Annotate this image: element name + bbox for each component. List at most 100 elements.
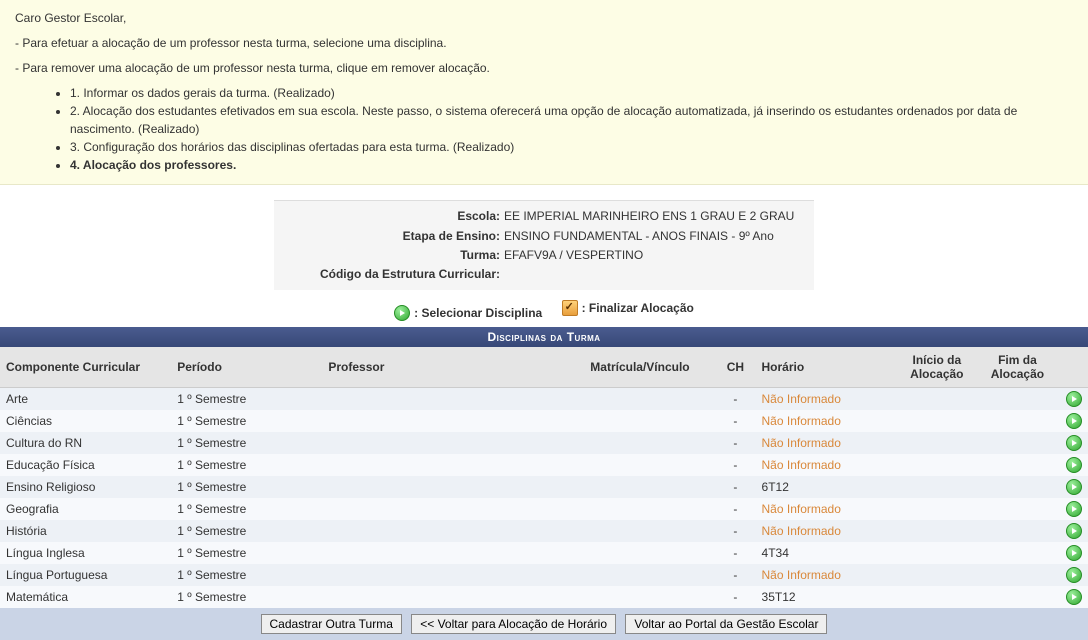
selecionar-label: : Selecionar Disciplina	[414, 306, 542, 320]
disciplinas-table: Componente Curricular Período Professor …	[0, 347, 1088, 608]
class-info-box: Escola: EE IMPERIAL MARINHEIRO ENS 1 GRA…	[274, 200, 814, 290]
cell-professor	[322, 432, 584, 454]
cell-matricula	[584, 388, 715, 411]
select-row-icon[interactable]	[1066, 545, 1082, 561]
cell-inicio	[897, 410, 978, 432]
voltar-horario-button[interactable]: << Voltar para Alocação de Horário	[411, 614, 616, 634]
select-row-icon[interactable]	[1066, 501, 1082, 517]
cell-horario: Não Informado	[756, 520, 897, 542]
finalizar-label: : Finalizar Alocação	[582, 301, 694, 315]
cell-horario: 35T12	[756, 586, 897, 608]
notice-panel: Caro Gestor Escolar, - Para efetuar a al…	[0, 0, 1088, 185]
cell-periodo: 1 º Semestre	[171, 410, 322, 432]
cell-fim	[977, 498, 1058, 520]
cell-inicio	[897, 432, 978, 454]
cell-professor	[322, 586, 584, 608]
cell-periodo: 1 º Semestre	[171, 586, 322, 608]
cell-componente: Educação Física	[0, 454, 171, 476]
cadastrar-button[interactable]: Cadastrar Outra Turma	[261, 614, 402, 634]
cell-fim	[977, 410, 1058, 432]
select-row-icon[interactable]	[1066, 589, 1082, 605]
cell-inicio	[897, 564, 978, 586]
select-row-icon[interactable]	[1066, 523, 1082, 539]
select-row-icon[interactable]	[1066, 391, 1082, 407]
cell-componente: Matemática	[0, 586, 171, 608]
th-periodo: Período	[171, 347, 322, 388]
table-row: Arte1 º Semestre-Não Informado	[0, 388, 1088, 411]
cell-periodo: 1 º Semestre	[171, 454, 322, 476]
select-row-icon[interactable]	[1066, 567, 1082, 583]
finalize-icon	[562, 300, 578, 316]
cell-periodo: 1 º Semestre	[171, 564, 322, 586]
cell-fim	[977, 586, 1058, 608]
th-ch: CH	[715, 347, 755, 388]
cell-componente: Ensino Religioso	[0, 476, 171, 498]
select-row-icon[interactable]	[1066, 457, 1082, 473]
cell-matricula	[584, 432, 715, 454]
table-row: Geografia1 º Semestre-Não Informado	[0, 498, 1088, 520]
cell-matricula	[584, 542, 715, 564]
etapa-value: ENSINO FUNDAMENTAL - ANOS FINAIS - 9º An…	[504, 227, 774, 246]
cell-professor	[322, 388, 584, 411]
step-item: 3. Configuração dos horários das discipl…	[70, 138, 1073, 156]
table-row: Ciências1 º Semestre-Não Informado	[0, 410, 1088, 432]
cell-professor	[322, 410, 584, 432]
select-row-icon[interactable]	[1066, 479, 1082, 495]
cell-professor	[322, 498, 584, 520]
table-row: Cultura do RN1 º Semestre-Não Informado	[0, 432, 1088, 454]
th-actions	[1058, 347, 1088, 388]
codigo-label: Código da Estrutura Curricular:	[284, 265, 504, 284]
cell-matricula	[584, 454, 715, 476]
escola-label: Escola:	[284, 207, 504, 226]
cell-professor	[322, 520, 584, 542]
cell-fim	[977, 476, 1058, 498]
cell-periodo: 1 º Semestre	[171, 432, 322, 454]
cell-inicio	[897, 586, 978, 608]
cell-fim	[977, 564, 1058, 586]
cell-horario: Não Informado	[756, 564, 897, 586]
cell-inicio	[897, 454, 978, 476]
cell-componente: Arte	[0, 388, 171, 411]
cell-periodo: 1 º Semestre	[171, 542, 322, 564]
cell-periodo: 1 º Semestre	[171, 388, 322, 411]
table-header-row: Componente Curricular Período Professor …	[0, 347, 1088, 388]
cell-inicio	[897, 498, 978, 520]
cell-fim	[977, 542, 1058, 564]
table-row: Língua Inglesa1 º Semestre-4T34	[0, 542, 1088, 564]
select-row-icon[interactable]	[1066, 435, 1082, 451]
cell-matricula	[584, 586, 715, 608]
cell-horario: Não Informado	[756, 410, 897, 432]
cell-matricula	[584, 476, 715, 498]
notice-line2: - Para remover uma alocação de um profes…	[15, 60, 1073, 77]
notice-line1: - Para efetuar a alocação de um professo…	[15, 35, 1073, 52]
step-item: 4. Alocação dos professores.	[70, 156, 1073, 174]
voltar-portal-button[interactable]: Voltar ao Portal da Gestão Escolar	[625, 614, 827, 634]
step-item: 1. Informar os dados gerais da turma. (R…	[70, 84, 1073, 102]
cell-horario: Não Informado	[756, 432, 897, 454]
cell-ch: -	[715, 520, 755, 542]
cell-ch: -	[715, 498, 755, 520]
table-row: Ensino Religioso1 º Semestre-6T12	[0, 476, 1088, 498]
cell-componente: História	[0, 520, 171, 542]
footer-bar: Cadastrar Outra Turma << Voltar para Alo…	[0, 608, 1088, 640]
cell-fim	[977, 388, 1058, 411]
table-row: Educação Física1 º Semestre-Não Informad…	[0, 454, 1088, 476]
th-inicio: Início da Alocação	[897, 347, 978, 388]
table-row: Matemática1 º Semestre -35T12	[0, 586, 1088, 608]
cell-matricula	[584, 520, 715, 542]
cell-professor	[322, 454, 584, 476]
cell-componente: Língua Portuguesa	[0, 564, 171, 586]
select-row-icon[interactable]	[1066, 413, 1082, 429]
cell-matricula	[584, 410, 715, 432]
cell-fim	[977, 432, 1058, 454]
cell-ch: -	[715, 586, 755, 608]
cell-horario: Não Informado	[756, 498, 897, 520]
th-horario: Horário	[756, 347, 897, 388]
etapa-label: Etapa de Ensino:	[284, 227, 504, 246]
th-matricula: Matrícula/Vínculo	[584, 347, 715, 388]
cell-periodo: 1 º Semestre	[171, 498, 322, 520]
escola-value: EE IMPERIAL MARINHEIRO ENS 1 GRAU E 2 GR…	[504, 207, 794, 226]
cell-ch: -	[715, 410, 755, 432]
cell-inicio	[897, 388, 978, 411]
cell-horario: 6T12	[756, 476, 897, 498]
